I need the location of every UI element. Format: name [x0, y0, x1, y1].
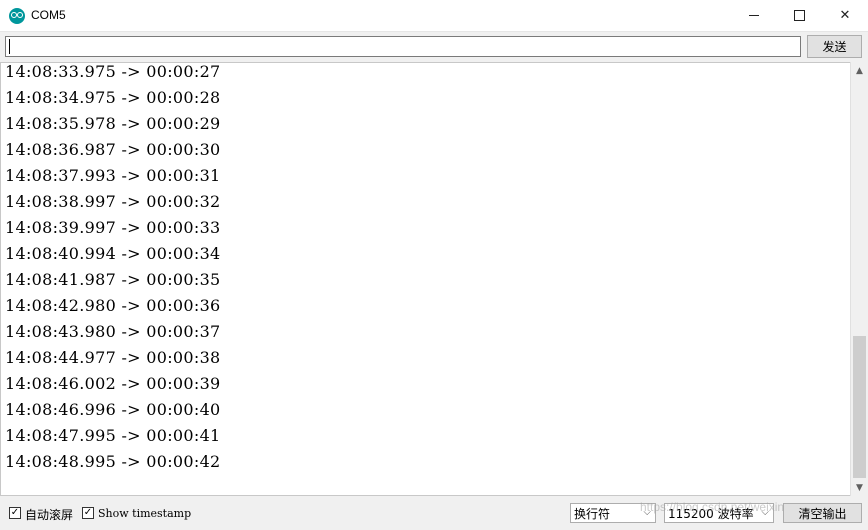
serial-output[interactable]: 14:08:33.975 -> 00:00:27 14:08:34.975 -> … [0, 62, 850, 496]
output-line: 14:08:41.987 -> 00:00:35 [5, 270, 221, 289]
output-line: 14:08:35.978 -> 00:00:29 [5, 114, 221, 133]
output-line: 14:08:33.975 -> 00:00:27 [5, 62, 221, 81]
output-line: 14:08:42.980 -> 00:00:36 [5, 296, 221, 315]
output-line: 14:08:46.002 -> 00:00:39 [5, 374, 221, 393]
window-title: COM5 [31, 8, 66, 22]
show-timestamp-checkbox[interactable]: ✓ [82, 507, 94, 519]
output-line: 14:08:34.975 -> 00:00:28 [5, 88, 221, 107]
output-line: 14:08:39.997 -> 00:00:33 [5, 218, 221, 237]
maximize-icon [793, 10, 805, 21]
close-button[interactable]: ✕ [822, 0, 868, 31]
watermark: https://blog.csdn.net/weixin [640, 500, 785, 514]
scrollbar-thumb[interactable] [853, 336, 866, 478]
close-icon: ✕ [839, 8, 851, 23]
output-line: 14:08:44.977 -> 00:00:38 [5, 348, 221, 367]
output-line: 14:08:48.995 -> 00:00:42 [5, 452, 221, 471]
line-ending-value: 换行符 [574, 506, 611, 521]
vertical-scrollbar[interactable]: ▲ ▼ [850, 62, 868, 496]
minimize-button[interactable] [731, 0, 777, 31]
send-button[interactable]: 发送 [807, 35, 862, 58]
check-icon: ✓ [10, 507, 20, 518]
show-timestamp-label: Show timestamp [98, 507, 192, 520]
output-line: 14:08:38.997 -> 00:00:32 [5, 192, 221, 211]
clear-output-button[interactable]: 清空输出 [783, 503, 862, 523]
send-input[interactable] [5, 36, 801, 57]
arduino-app-icon [9, 8, 25, 24]
autoscroll-checkbox[interactable]: ✓ [9, 507, 21, 519]
text-caret [9, 39, 10, 54]
autoscroll-label: 自动滚屏 [25, 508, 74, 522]
output-line: 14:08:46.996 -> 00:00:40 [5, 400, 221, 419]
output-lines: 14:08:33.975 -> 00:00:27 14:08:34.975 -> … [5, 62, 221, 475]
title-bar: COM5 ✕ [0, 0, 868, 32]
output-line: 14:08:37.993 -> 00:00:31 [5, 166, 221, 185]
scroll-up-icon[interactable]: ▲ [851, 62, 868, 79]
output-line: 14:08:40.994 -> 00:00:34 [5, 244, 221, 263]
minimize-icon [749, 15, 759, 16]
output-line: 14:08:47.995 -> 00:00:41 [5, 426, 221, 445]
scroll-down-icon[interactable]: ▼ [851, 479, 868, 496]
output-line: 14:08:36.987 -> 00:00:30 [5, 140, 221, 159]
output-line: 14:08:43.980 -> 00:00:37 [5, 322, 221, 341]
check-icon: ✓ [83, 507, 93, 518]
maximize-button[interactable] [776, 0, 822, 31]
